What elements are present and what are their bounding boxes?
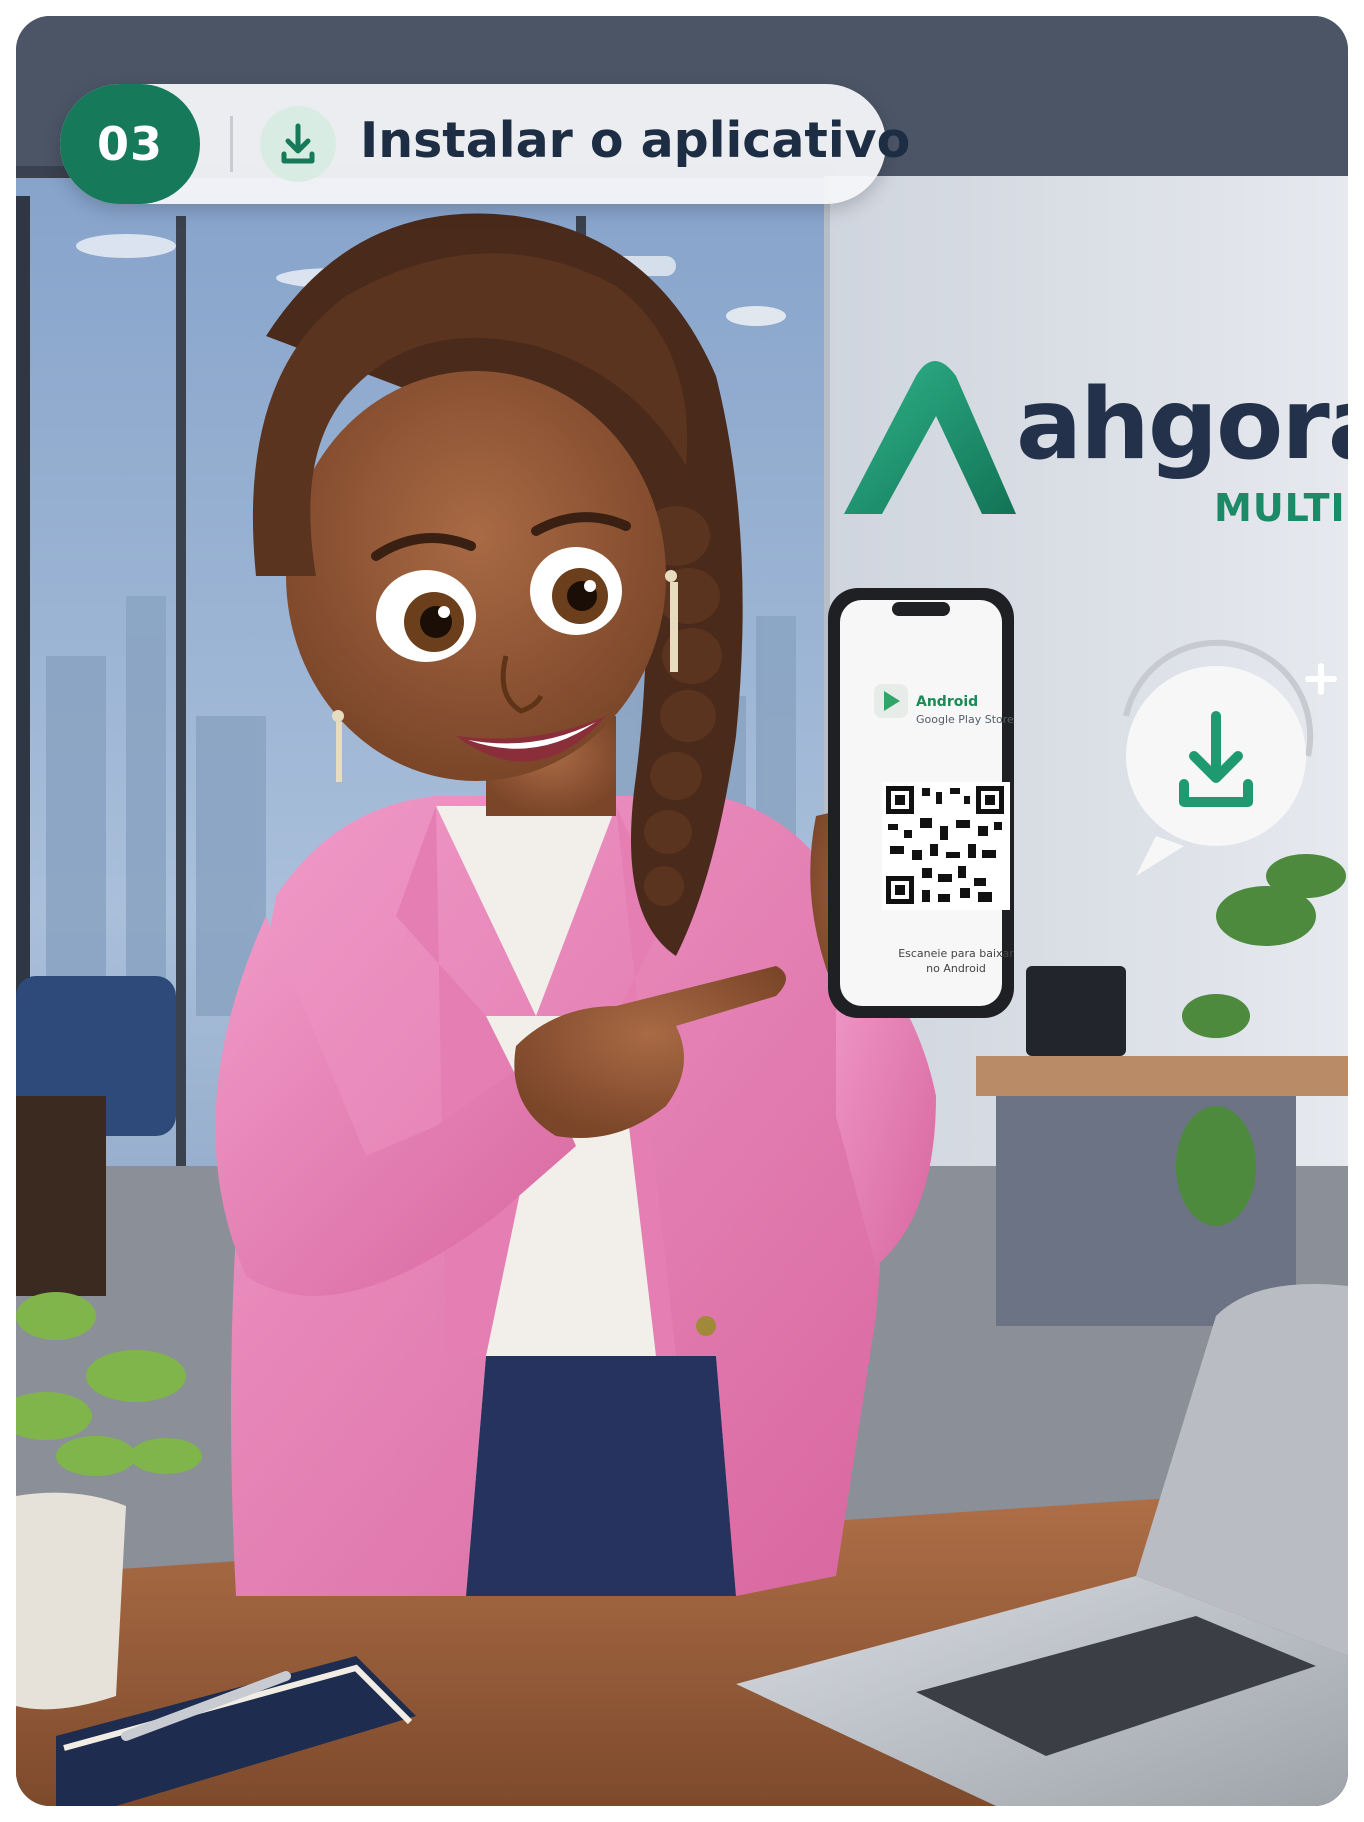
brand-name: ahgora bbox=[1016, 368, 1348, 482]
download-icon bbox=[260, 106, 336, 182]
phone-store-title: Android bbox=[916, 694, 979, 710]
brand-subname: MULTI bbox=[1214, 486, 1346, 530]
step-number-badge: 03 bbox=[60, 84, 200, 204]
phone-caption: Escaneie para baixar no Android bbox=[866, 946, 1046, 976]
phone-caption-line1: Escaneie para baixar bbox=[898, 947, 1014, 960]
office-scene-illustration bbox=[16, 16, 1348, 1806]
phone-store-subtitle: Google Play Store bbox=[916, 713, 1014, 726]
hero-card: ahgora MULTI Android Google Play Store E… bbox=[16, 16, 1348, 1806]
qr-code bbox=[882, 782, 1010, 910]
step-header: 03 Instalar o aplicativo bbox=[60, 84, 910, 204]
divider bbox=[230, 116, 233, 172]
phone-caption-line2: no Android bbox=[926, 962, 986, 975]
step-title: Instalar o aplicativo bbox=[360, 112, 911, 169]
